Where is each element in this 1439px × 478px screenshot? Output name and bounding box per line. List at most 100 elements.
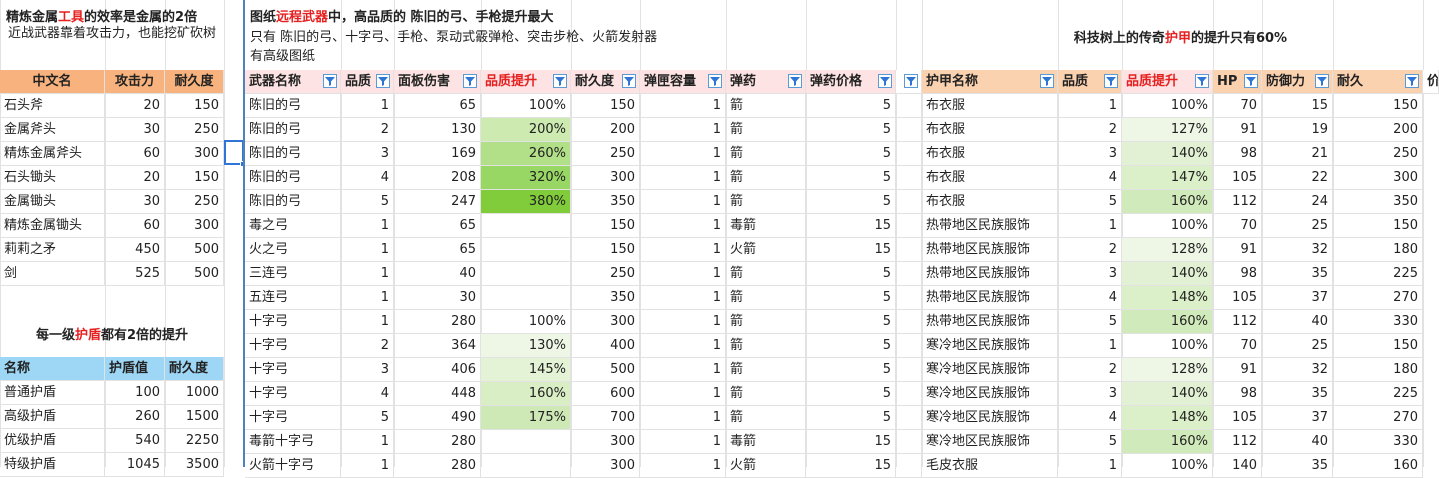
filter-icon[interactable] (1244, 74, 1258, 88)
weapons-header-6[interactable]: 弹药 (726, 70, 806, 94)
shields-cell[interactable]: 260 (105, 405, 165, 429)
weapons-cell[interactable]: 350 (571, 286, 640, 310)
tools-cell[interactable]: 250 (165, 118, 224, 142)
armor-cell[interactable]: 布衣服 (922, 94, 1058, 118)
tools-cell[interactable]: 30 (105, 190, 165, 214)
weapons-cell[interactable]: 十字弓 (245, 358, 341, 382)
weapons-empty-cell[interactable] (896, 118, 922, 142)
weapons-empty-cell[interactable] (896, 358, 922, 382)
weapons-cell[interactable]: 1 (341, 238, 394, 262)
armor-cell[interactable]: 148% (1122, 286, 1213, 310)
weapons-cell[interactable]: 100% (481, 310, 571, 334)
armor-cell[interactable]: 2 (1058, 358, 1122, 382)
weapons-cell[interactable]: 700 (571, 406, 640, 430)
armor-cell[interactable]: 91 (1213, 238, 1262, 262)
armor-cell[interactable]: 35 (1262, 262, 1333, 286)
weapons-cell[interactable]: 1 (341, 262, 394, 286)
armor-cell[interactable]: 150 (1333, 214, 1423, 238)
weapons-cell[interactable]: 280 (394, 430, 481, 454)
weapons-cell[interactable]: 490 (394, 406, 481, 430)
weapons-cell[interactable]: 300 (571, 166, 640, 190)
armor-cell[interactable]: 4 (1058, 406, 1122, 430)
shields-name-cell[interactable]: 优级护盾 (0, 429, 105, 453)
weapons-cell[interactable]: 陈旧的弓 (245, 142, 341, 166)
filter-icon[interactable] (463, 74, 477, 88)
armor-cell[interactable]: 热带地区民族服饰 (922, 238, 1058, 262)
armor-cell[interactable]: 250 (1333, 142, 1423, 166)
weapons-cell[interactable]: 100% (481, 94, 571, 118)
tools-cell[interactable]: 500 (165, 238, 224, 262)
weapons-cell[interactable]: 1 (640, 262, 726, 286)
weapons-header-8[interactable] (896, 70, 922, 94)
armor-cell[interactable]: 寒冷地区民族服饰 (922, 334, 1058, 358)
armor-cell[interactable]: 160% (1122, 310, 1213, 334)
weapons-cell[interactable] (481, 286, 571, 310)
filter-icon[interactable] (1405, 74, 1419, 88)
tools-name-cell[interactable]: 金属锄头 (0, 190, 105, 214)
tools-name-cell[interactable]: 精炼金属斧头 (0, 142, 105, 166)
weapons-cell[interactable]: 15 (806, 238, 896, 262)
tools-cell[interactable]: 150 (165, 94, 224, 118)
armor-header-2[interactable]: 品质提升 (1122, 70, 1213, 94)
weapons-cell[interactable]: 600 (571, 382, 640, 406)
armor-cell[interactable]: 150 (1333, 94, 1423, 118)
weapons-empty-cell[interactable] (896, 190, 922, 214)
weapons-cell[interactable]: 500 (571, 358, 640, 382)
weapons-cell[interactable]: 1 (640, 238, 726, 262)
tools-cell[interactable]: 300 (165, 142, 224, 166)
weapons-cell[interactable]: 5 (806, 94, 896, 118)
weapons-cell[interactable]: 169 (394, 142, 481, 166)
armor-cell[interactable]: 5 (1058, 430, 1122, 454)
weapons-cell[interactable]: 1 (640, 190, 726, 214)
weapons-cell[interactable]: 15 (806, 430, 896, 454)
tools-cell[interactable]: 525 (105, 262, 165, 286)
weapons-cell[interactable]: 5 (806, 262, 896, 286)
weapons-cell[interactable]: 五连弓 (245, 286, 341, 310)
armor-cell[interactable]: 22 (1262, 166, 1333, 190)
weapons-cell[interactable]: 十字弓 (245, 334, 341, 358)
armor-cell[interactable]: 100% (1122, 334, 1213, 358)
tools-cell[interactable]: 250 (165, 190, 224, 214)
filter-icon[interactable] (708, 74, 722, 88)
shields-cell[interactable]: 1000 (165, 381, 224, 405)
weapons-cell[interactable] (481, 238, 571, 262)
shields-name-cell[interactable]: 高级护盾 (0, 405, 105, 429)
filter-icon[interactable] (553, 74, 567, 88)
weapons-cell[interactable]: 300 (571, 430, 640, 454)
weapons-cell[interactable]: 5 (806, 310, 896, 334)
weapons-cell[interactable]: 1 (640, 454, 726, 478)
weapons-empty-cell[interactable] (896, 334, 922, 358)
weapons-cell[interactable]: 1 (640, 286, 726, 310)
weapons-cell[interactable]: 1 (341, 430, 394, 454)
weapons-cell[interactable]: 200% (481, 118, 571, 142)
shields-header-2[interactable]: 耐久度 (165, 357, 224, 381)
armor-cell[interactable]: 热带地区民族服饰 (922, 214, 1058, 238)
weapons-cell[interactable]: 200 (571, 118, 640, 142)
weapons-cell[interactable]: 65 (394, 238, 481, 262)
armor-cell[interactable]: 70 (1213, 214, 1262, 238)
shields-cell[interactable]: 100 (105, 381, 165, 405)
weapons-cell[interactable]: 陈旧的弓 (245, 94, 341, 118)
filter-icon[interactable] (904, 74, 918, 88)
armor-cell[interactable]: 25 (1262, 334, 1333, 358)
armor-cell[interactable]: 100% (1122, 214, 1213, 238)
armor-cell[interactable]: 91 (1213, 118, 1262, 142)
weapons-empty-cell[interactable] (896, 262, 922, 286)
armor-cell[interactable]: 24 (1262, 190, 1333, 214)
armor-cell[interactable]: 100% (1122, 454, 1213, 478)
weapons-cell[interactable]: 380% (481, 190, 571, 214)
armor-cell[interactable]: 98 (1213, 142, 1262, 166)
shields-header-0[interactable]: 名称 (0, 357, 105, 381)
weapons-cell[interactable]: 448 (394, 382, 481, 406)
weapons-cell[interactable]: 150 (571, 238, 640, 262)
tools-name-cell[interactable]: 精炼金属锄头 (0, 214, 105, 238)
weapons-cell[interactable]: 250 (571, 262, 640, 286)
weapons-cell[interactable]: 250 (571, 142, 640, 166)
armor-cell[interactable]: 热带地区民族服饰 (922, 310, 1058, 334)
weapons-cell[interactable]: 280 (394, 454, 481, 478)
armor-cell[interactable]: 5 (1058, 190, 1122, 214)
armor-cell[interactable]: 300 (1333, 166, 1423, 190)
armor-cell[interactable]: 100% (1122, 94, 1213, 118)
armor-cell[interactable]: 200 (1333, 118, 1423, 142)
armor-cell[interactable]: 140 (1213, 454, 1262, 478)
